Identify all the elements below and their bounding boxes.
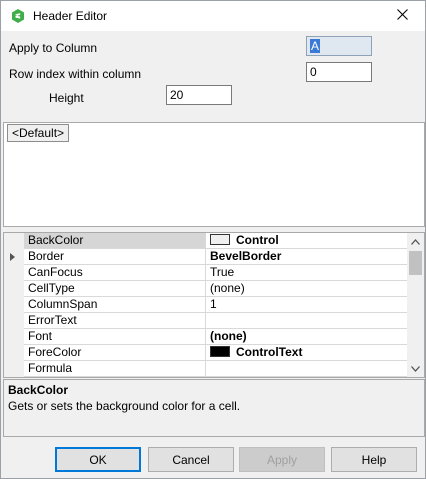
close-button[interactable] <box>379 1 425 31</box>
property-name[interactable]: Font <box>24 329 206 345</box>
property-row[interactable]: Font (none) <box>4 329 409 345</box>
property-value[interactable]: ControlText <box>206 345 409 361</box>
row-gutter <box>4 345 24 361</box>
row-index-label: Row index within column <box>9 67 142 81</box>
property-value-text: 1 <box>210 297 217 311</box>
property-value-text: ControlText <box>236 345 303 359</box>
row-index-field[interactable]: 0 <box>306 62 372 82</box>
property-value[interactable] <box>206 313 409 329</box>
property-value-text: True <box>210 265 235 279</box>
property-row[interactable]: ForeColor ControlText <box>4 345 409 361</box>
property-name[interactable]: CanFocus <box>24 265 206 281</box>
height-label: Height <box>49 91 84 105</box>
row-gutter <box>4 313 24 329</box>
property-row[interactable]: ColumnSpan 1 <box>4 297 409 313</box>
scrollbar-thumb[interactable] <box>409 251 422 275</box>
row-gutter <box>4 233 24 249</box>
property-value[interactable]: (none) <box>206 329 409 345</box>
row-gutter <box>4 297 24 313</box>
property-name[interactable]: ErrorText <box>24 313 206 329</box>
property-name[interactable]: Formula <box>24 361 206 377</box>
color-swatch <box>210 234 230 245</box>
description-title: BackColor <box>8 383 69 397</box>
property-description-panel: BackColor Gets or sets the background co… <box>3 379 425 437</box>
property-name[interactable]: ColumnSpan <box>24 297 206 313</box>
property-value[interactable]: (none) <box>206 281 409 297</box>
property-name[interactable]: ForeColor <box>24 345 206 361</box>
apply-to-column-field: A <box>306 36 372 56</box>
row-gutter <box>4 281 24 297</box>
close-icon <box>396 9 408 23</box>
apply-to-column-label: Apply to Column <box>9 41 98 55</box>
property-row[interactable]: Formula <box>4 361 409 377</box>
default-header-cell[interactable]: <Default> <box>7 124 70 142</box>
property-row[interactable]: CanFocus True <box>4 265 409 281</box>
cancel-button[interactable]: Cancel <box>148 447 234 472</box>
property-name[interactable]: BackColor <box>24 233 206 249</box>
help-button[interactable]: Help <box>331 447 417 472</box>
description-text: Gets or sets the background color for a … <box>8 399 241 413</box>
property-value-text: Control <box>236 233 279 247</box>
property-value-text: (none) <box>210 329 247 343</box>
header-preview: <Default> <box>3 122 425 227</box>
row-gutter <box>4 361 24 377</box>
row-gutter <box>4 265 24 281</box>
property-name[interactable]: Border <box>24 249 206 265</box>
row-gutter <box>4 329 24 345</box>
property-value[interactable]: Control <box>206 233 409 249</box>
property-grid-scrollbar[interactable] <box>407 233 424 377</box>
property-value[interactable]: BevelBorder <box>206 249 409 265</box>
property-row[interactable]: ErrorText <box>4 313 409 329</box>
header-editor-window: Header Editor Apply to Column A Row inde… <box>0 0 426 479</box>
property-row[interactable]: Border BevelBorder <box>4 249 409 265</box>
ok-button[interactable]: OK <box>55 447 141 472</box>
property-row[interactable]: CellType (none) <box>4 281 409 297</box>
row-gutter <box>4 249 24 265</box>
property-value-text: BevelBorder <box>210 249 282 263</box>
property-value[interactable] <box>206 361 409 377</box>
property-value[interactable]: True <box>206 265 409 281</box>
height-field[interactable]: 20 <box>166 85 232 105</box>
spread-designer-icon <box>11 9 25 23</box>
apply-button[interactable]: Apply <box>239 447 325 472</box>
scroll-down-icon[interactable] <box>407 360 424 377</box>
color-swatch <box>210 346 230 357</box>
property-value-text: (none) <box>210 281 245 295</box>
scroll-up-icon[interactable] <box>407 233 424 250</box>
title-bar: Header Editor <box>1 1 425 31</box>
expand-arrow-icon[interactable] <box>10 253 15 261</box>
property-value[interactable]: 1 <box>206 297 409 313</box>
property-name[interactable]: CellType <box>24 281 206 297</box>
property-row[interactable]: BackColor Control <box>4 233 409 249</box>
window-title: Header Editor <box>33 9 108 23</box>
property-grid[interactable]: BackColor Control Border BevelBorder CanFocu… <box>3 232 425 378</box>
